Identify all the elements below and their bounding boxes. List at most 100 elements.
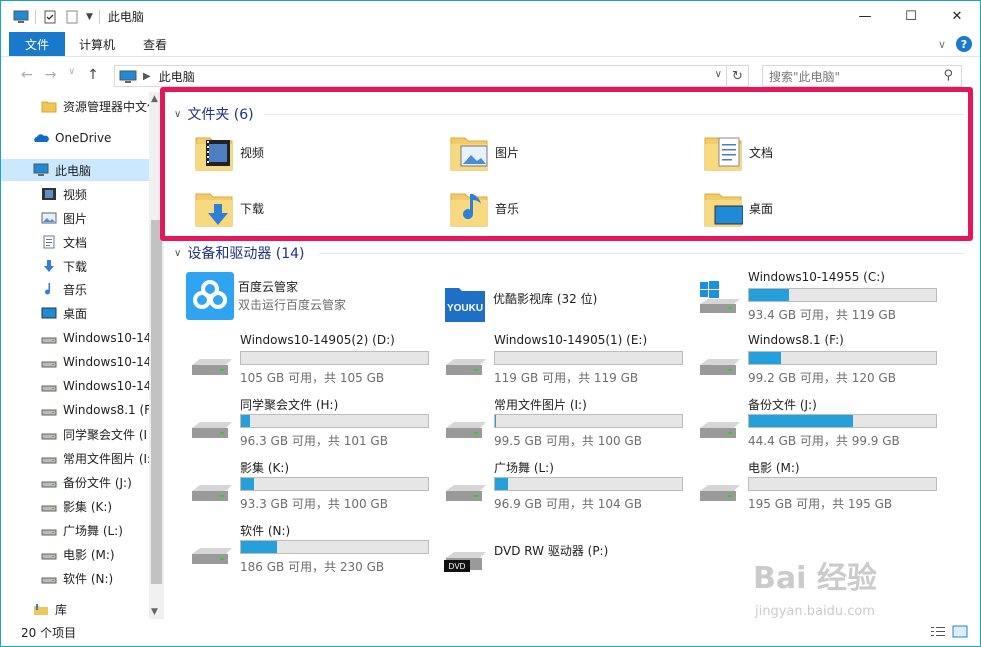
drive-icon — [188, 343, 236, 383]
tab-computer[interactable]: 计算机 — [65, 32, 129, 56]
drive-item[interactable]: 电影 (M:) 195 GB 可用，共 195 GB — [696, 459, 946, 515]
drive-usage-fill — [241, 415, 250, 427]
drive-name: 备份文件 (J:) — [748, 398, 817, 412]
sidebar-item-label: 音乐 — [63, 282, 88, 297]
scrollbar-thumb[interactable] — [151, 220, 162, 584]
drive-space-info: 105 GB 可用，共 105 GB — [240, 371, 385, 385]
large-icons-view-icon[interactable] — [952, 625, 968, 638]
sidebar-item-label: 图片 — [63, 211, 88, 226]
drive-icon — [442, 469, 490, 509]
chevron-down-icon[interactable]: ▼ — [86, 12, 93, 22]
devices-group-header[interactable]: ∨ 设备和驱动器 (14) — [174, 243, 305, 263]
drive-item[interactable]: Windows10-14955 (C:) 93.4 GB 可用，共 119 GB — [696, 270, 946, 326]
drive-space-info: 93.4 GB 可用，共 119 GB — [748, 308, 896, 322]
sidebar-item[interactable]: Windows10-14 — [1, 327, 149, 349]
sidebar-item[interactable]: 音乐 — [1, 278, 149, 300]
drive-item[interactable]: 常用文件图片 (I:) 99.5 GB 可用，共 100 GB — [442, 396, 692, 452]
sidebar-item[interactable]: 视频 — [1, 183, 149, 205]
sidebar-item[interactable]: 此电脑 — [1, 159, 149, 181]
toolbar-divider — [35, 9, 36, 24]
sidebar-item[interactable]: 同学聚会文件 (I — [1, 423, 149, 445]
drive-usage-bar — [494, 414, 683, 428]
sidebar-item[interactable]: 影集 (K:) — [1, 495, 149, 517]
drive-item[interactable]: Windows10-14905(2) (D:) 105 GB 可用，共 105 G… — [188, 333, 438, 389]
chevron-down-icon[interactable]: ∨ — [715, 69, 722, 80]
refresh-icon[interactable]: ↻ — [726, 66, 748, 86]
sidebar-item[interactable]: 下载 — [1, 255, 149, 277]
sidebar-item[interactable]: 电影 (M:) — [1, 543, 149, 565]
drive-space-info: 195 GB 可用，共 195 GB — [748, 497, 893, 511]
sidebar-item[interactable]: 图片 — [1, 207, 149, 229]
sidebar-item[interactable]: 桌面 — [1, 302, 149, 324]
sidebar-item[interactable]: 软件 (N:) — [1, 567, 149, 589]
app-item[interactable]: 百度云管家 双击运行百度云管家 — [186, 272, 446, 322]
drive-space-info: 96.3 GB 可用，共 101 GB — [240, 434, 388, 448]
sidebar-item-label: 文档 — [63, 235, 88, 250]
chevron-down-icon[interactable]: ∨ — [174, 248, 181, 259]
drive-item[interactable]: Windows10-14905(1) (E:) 119 GB 可用，共 119 G… — [442, 333, 692, 389]
sidebar-item[interactable]: 资源管理器中文件 — [1, 95, 149, 117]
sidebar-item[interactable]: OneDrive — [1, 127, 149, 149]
drive-icon — [41, 481, 57, 488]
sidebar-item[interactable]: 常用文件图片 (I: — [1, 447, 149, 469]
dvd-drive-icon: DVD — [442, 542, 490, 582]
drive-usage-bar — [240, 414, 429, 428]
drive-item[interactable]: 备份文件 (J:) 44.4 GB 可用，共 99.9 GB — [696, 396, 946, 452]
address-bar[interactable]: ▶ 此电脑 ∨ ↻ — [114, 65, 749, 87]
sidebar-item[interactable]: Windows8.1 (F: — [1, 399, 149, 421]
drive-icon — [188, 532, 236, 572]
up-icon[interactable]: ↑ — [87, 67, 99, 83]
sidebar-item[interactable]: 文档 — [1, 231, 149, 253]
drive-space-info: 96.9 GB 可用，共 104 GB — [494, 497, 642, 511]
close-button[interactable]: ✕ — [934, 1, 980, 32]
devices-group-title: 设备和驱动器 (14) — [187, 246, 305, 262]
drive-icon — [188, 406, 236, 446]
drive-space-info: 186 GB 可用，共 230 GB — [240, 560, 385, 574]
sidebar-item-label: 此电脑 — [55, 163, 92, 178]
scroll-up-icon[interactable]: ▲ — [151, 94, 158, 104]
drive-item[interactable]: 广场舞 (L:) 96.9 GB 可用，共 104 GB — [442, 459, 692, 515]
details-view-icon[interactable] — [930, 625, 946, 638]
maximize-button[interactable]: ☐ — [888, 1, 934, 32]
back-icon[interactable]: ← — [21, 67, 33, 83]
search-input[interactable]: 搜索"此电脑" ⚲ — [762, 65, 962, 87]
drive-icon — [41, 529, 57, 536]
drive-item[interactable]: 同学聚会文件 (H:) 96.3 GB 可用，共 101 GB — [188, 396, 438, 452]
sidebar-item-label: 资源管理器中文件 — [63, 99, 149, 114]
scroll-down-icon[interactable]: ▼ — [151, 607, 158, 617]
forward-icon[interactable]: → — [45, 67, 57, 83]
new-folder-icon[interactable] — [64, 10, 80, 24]
drive-name: 软件 (N:) — [240, 524, 291, 538]
minimize-button[interactable]: — — [842, 1, 888, 32]
properties-icon[interactable] — [42, 10, 58, 24]
drive-usage-fill — [749, 352, 782, 364]
tab-view[interactable]: 查看 — [129, 32, 181, 56]
recent-locations-icon[interactable]: ∨ — [68, 67, 75, 83]
drive-item[interactable]: Windows8.1 (F:) 99.2 GB 可用，共 120 GB — [696, 333, 946, 389]
drive-item[interactable]: 影集 (K:) 93.3 GB 可用，共 100 GB — [188, 459, 438, 515]
drive-item[interactable]: DVD DVD RW 驱动器 (P:) — [442, 532, 692, 588]
sidebar-item[interactable]: 库 — [1, 598, 149, 619]
app-name: 优酷影视库 (32 位) — [493, 292, 598, 306]
tab-file[interactable]: 文件 — [9, 32, 66, 56]
sidebar-item[interactable]: Windows10-14 — [1, 351, 149, 373]
quick-access-toolbar: ▼ — [1, 9, 100, 24]
chevron-right-icon[interactable]: ▶ — [143, 71, 151, 82]
drive-icon — [41, 457, 57, 464]
breadcrumb[interactable]: 此电脑 — [159, 68, 195, 85]
music-icon — [45, 283, 50, 295]
sidebar-item-label: 常用文件图片 (I: — [63, 451, 149, 466]
sidebar-item[interactable]: 备份文件 (J:) — [1, 471, 149, 493]
sidebar-item[interactable]: 广场舞 (L:) — [1, 519, 149, 541]
drive-icon — [442, 343, 490, 383]
drive-space-info: 99.5 GB 可用，共 100 GB — [494, 434, 642, 448]
help-icon[interactable]: ? — [956, 36, 972, 52]
search-icon[interactable]: ⚲ — [943, 68, 953, 83]
pc-icon — [119, 70, 137, 83]
drive-item[interactable]: 软件 (N:) 186 GB 可用，共 230 GB — [188, 522, 438, 578]
expand-ribbon-icon[interactable]: ∨ — [938, 38, 946, 51]
drive-icon — [696, 343, 744, 383]
sidebar-item[interactable]: Windows10-14 — [1, 375, 149, 397]
app-item[interactable]: YOUKU 优酷影视库 (32 位) — [441, 278, 701, 328]
navigation-pane: 库 软件 (N:) 电影 (M:) 广场舞 (L:) 影集 (K:) 备份文件 (J:) 常… — [1, 92, 164, 619]
